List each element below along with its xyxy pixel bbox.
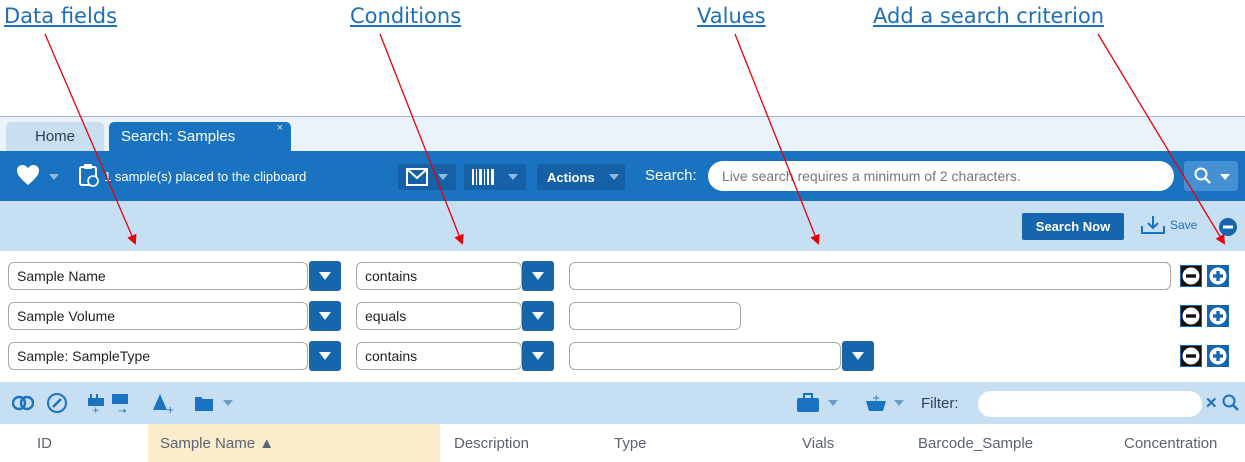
grid-column-header: ID Sample Name ▲ Description Type Vials … (0, 424, 1245, 462)
condition-dropdown-button[interactable] (522, 301, 554, 331)
tab-home[interactable]: Home (6, 122, 104, 151)
actions-menu-button[interactable]: Actions (537, 164, 625, 190)
save-icon[interactable] (1140, 215, 1166, 240)
basket-add-icon[interactable]: + (864, 393, 888, 418)
magnifier-icon (1194, 167, 1212, 190)
chevron-down-icon[interactable] (223, 400, 233, 406)
value-input[interactable] (569, 302, 741, 330)
value-dropdown-button[interactable] (842, 341, 874, 371)
remove-all-criteria-icon[interactable] (1218, 217, 1238, 242)
search-type-button[interactable] (1184, 161, 1238, 191)
column-type[interactable]: Type (614, 424, 647, 462)
criterion-row: Sample: SampleType contains (0, 338, 1245, 378)
remove-criterion-icon[interactable] (1180, 265, 1202, 287)
add-to-rack-icon[interactable]: + (86, 392, 108, 419)
barcode-button[interactable] (464, 164, 526, 190)
condition-dropdown-button[interactable] (522, 341, 554, 371)
clipboard-icon[interactable] (78, 163, 100, 192)
chevron-down-icon (319, 352, 331, 360)
tab-search-samples[interactable]: Search: Samples × (109, 122, 291, 151)
annotation-data-fields[interactable]: Data fields (4, 4, 117, 28)
condition-select[interactable]: contains (356, 262, 522, 290)
data-field-select[interactable]: Sample: SampleType (8, 342, 308, 370)
data-field-select[interactable]: Sample Volume (8, 302, 308, 330)
chevron-down-icon[interactable] (49, 174, 59, 180)
svg-text:+: + (872, 393, 880, 404)
bag-icon[interactable] (796, 393, 820, 418)
chevron-down-icon (852, 352, 864, 360)
grid-toolbar: + → + + Filter: ✕ (0, 382, 1245, 424)
value-select[interactable] (569, 342, 841, 370)
export-icon[interactable] (194, 394, 214, 417)
chevron-down-icon (319, 272, 331, 280)
chevron-down-icon (1220, 174, 1230, 180)
filter-label: Filter: (921, 395, 959, 412)
data-field-dropdown-button[interactable] (309, 341, 341, 371)
chevron-down-icon[interactable] (828, 400, 838, 406)
clipboard-status: 1 sample(s) placed to the clipboard (104, 169, 307, 184)
email-button[interactable] (398, 164, 456, 190)
search-label: Search: (645, 167, 697, 184)
remove-from-rack-icon[interactable]: → (110, 392, 132, 419)
chevron-down-icon[interactable] (894, 400, 904, 406)
favorites-heart-icon[interactable] (16, 164, 40, 191)
chevron-down-icon (532, 272, 544, 280)
chevron-down-icon (508, 174, 518, 180)
chevron-down-icon (319, 312, 331, 320)
envelope-icon (406, 168, 428, 191)
main-toolbar: 1 sample(s) placed to the clipboard Acti… (0, 151, 1245, 201)
tab-label: Home (34, 128, 75, 145)
annotation-conditions[interactable]: Conditions (350, 4, 461, 28)
chevron-down-icon (609, 174, 619, 180)
column-concentration[interactable]: Concentration (1124, 424, 1217, 462)
tab-label: Search: Samples (121, 128, 236, 145)
add-criterion-icon[interactable] (1207, 345, 1229, 367)
actions-label: Actions (547, 170, 595, 185)
criterion-row: Sample Volume equals (0, 298, 1245, 338)
svg-text:→: → (118, 406, 126, 414)
save-button[interactable]: Save (1170, 218, 1197, 232)
application-window: Home Search: Samples × 1 sample(s) place… (0, 116, 1245, 462)
link-samples-icon[interactable] (11, 393, 35, 418)
data-field-dropdown-button[interactable] (309, 261, 341, 291)
column-id[interactable]: ID (37, 424, 52, 462)
clear-filter-icon[interactable]: ✕ (1205, 394, 1218, 412)
column-vials[interactable]: Vials (802, 424, 834, 462)
data-field-dropdown-button[interactable] (309, 301, 341, 331)
svg-text:+: + (92, 406, 100, 414)
filter-input[interactable] (978, 391, 1202, 417)
annotation-add-criterion[interactable]: Add a search criterion (873, 4, 1104, 28)
column-barcode-sample[interactable]: Barcode_Sample (918, 424, 1033, 462)
condition-select[interactable]: contains (356, 342, 522, 370)
chevron-down-icon (438, 174, 448, 180)
search-icon[interactable] (1222, 394, 1240, 417)
search-input[interactable] (708, 161, 1174, 191)
condition-select[interactable]: equals (356, 302, 522, 330)
barcode-icon (472, 169, 494, 190)
alert-icon[interactable]: + (152, 392, 174, 419)
edit-icon[interactable] (46, 392, 68, 419)
remove-criterion-icon[interactable] (1180, 305, 1202, 327)
close-icon[interactable]: × (277, 114, 283, 143)
column-description[interactable]: Description (454, 424, 529, 462)
remove-criterion-icon[interactable] (1180, 345, 1202, 367)
search-action-bar: Search Now Save (0, 201, 1245, 251)
data-field-select[interactable]: Sample Name (8, 262, 308, 290)
chevron-down-icon (532, 352, 544, 360)
tab-bar: Home Search: Samples × (0, 117, 1245, 151)
screenshot-page: Data fields Conditions Values Add a sear… (0, 0, 1245, 462)
annotation-values[interactable]: Values (697, 4, 766, 28)
criterion-row: Sample Name contains (0, 258, 1245, 298)
column-sample-name[interactable]: Sample Name ▲ (148, 424, 440, 462)
value-input[interactable] (569, 262, 1171, 290)
svg-text:+: + (166, 405, 174, 414)
condition-dropdown-button[interactable] (522, 261, 554, 291)
add-criterion-icon[interactable] (1207, 265, 1229, 287)
add-criterion-icon[interactable] (1207, 305, 1229, 327)
search-now-button[interactable]: Search Now (1022, 213, 1124, 240)
chevron-down-icon (532, 312, 544, 320)
